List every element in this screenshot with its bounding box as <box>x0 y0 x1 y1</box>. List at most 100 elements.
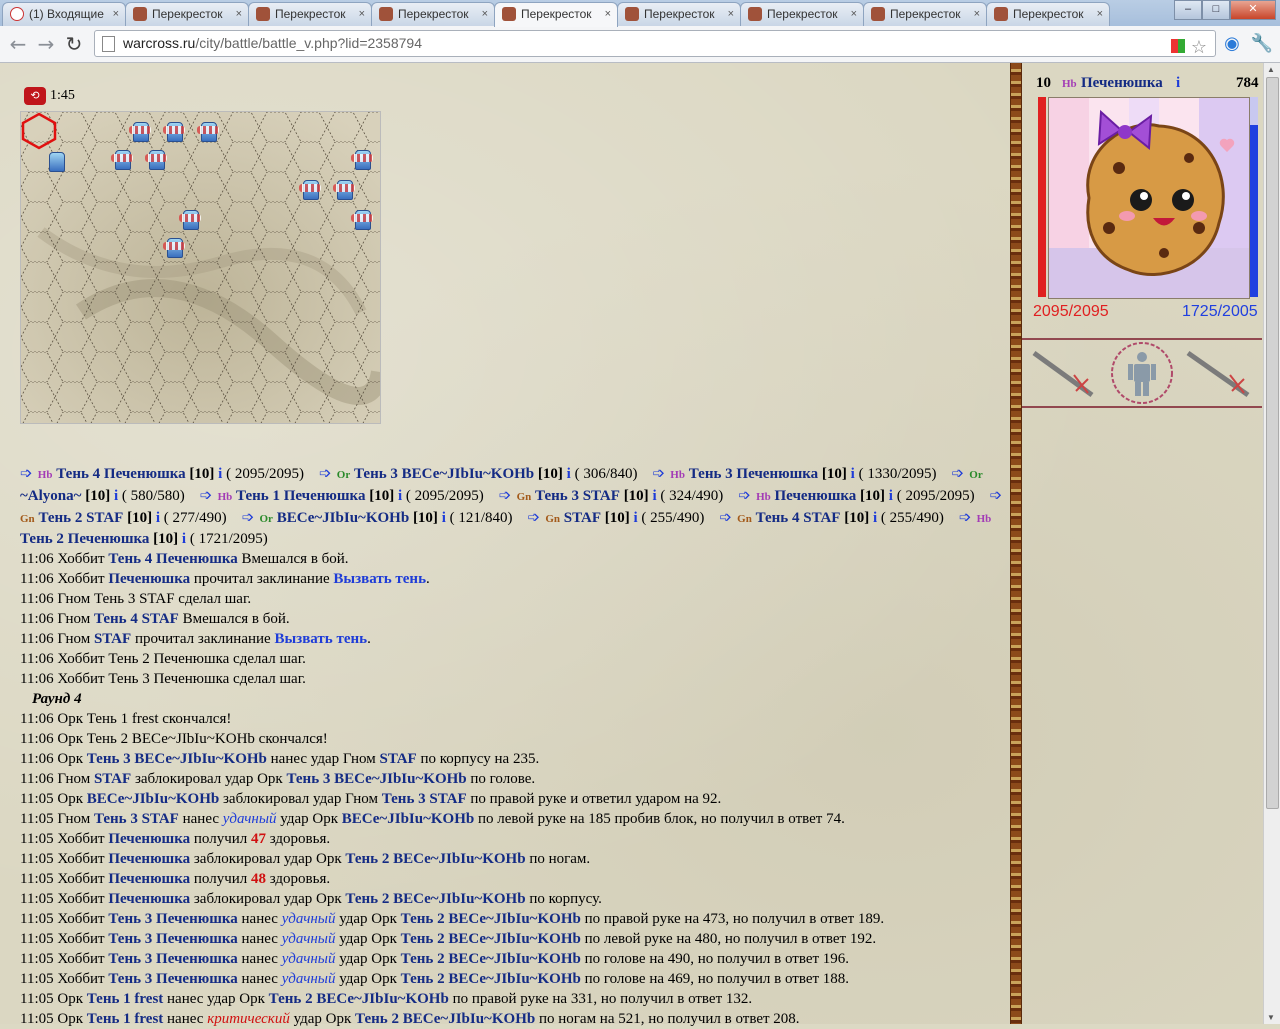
close-tab-icon[interactable]: × <box>482 3 488 25</box>
browser-tab[interactable]: Перекресток × <box>248 2 372 26</box>
arrow-icon[interactable]: ➩ <box>738 486 756 504</box>
extension-globe-icon[interactable]: ◉ <box>1220 32 1244 56</box>
actor-link[interactable]: ВЕСе~JIbIu~KOHb <box>87 791 220 807</box>
arrow-icon[interactable]: ➩ <box>200 486 218 504</box>
combatant-name[interactable]: Тень 4 Печенюшка <box>56 466 185 482</box>
unit-icon[interactable] <box>299 178 321 200</box>
forward-icon[interactable]: → <box>34 32 58 56</box>
unit-icon[interactable] <box>163 236 185 258</box>
actor-link[interactable]: Тень 1 frest <box>87 1011 164 1027</box>
info-link[interactable]: i <box>567 466 571 482</box>
arrow-icon[interactable]: ➩ <box>528 508 546 526</box>
info-link[interactable]: i <box>114 488 118 504</box>
actor-link[interactable]: Тень 2 ВЕСе~JIbIu~KOHb <box>355 1011 535 1027</box>
scroll-up-icon[interactable]: ▲ <box>1267 65 1275 74</box>
actor-link[interactable]: Тень 2 ВЕСе~JIbIu~KOHb <box>401 971 581 987</box>
player-name[interactable]: Печенюшка <box>1081 75 1163 92</box>
actor-link[interactable]: Тень 2 ВЕСе~JIbIu~KOHb <box>401 931 581 947</box>
info-link[interactable]: i <box>652 488 656 504</box>
unit-icon[interactable] <box>145 148 167 170</box>
info-link[interactable]: i <box>182 531 186 547</box>
spell-link[interactable]: Вызвать тень <box>274 631 367 647</box>
actor-link[interactable]: Тень 2 ВЕСе~JIbIu~KOHb <box>269 991 449 1007</box>
unit-icon[interactable] <box>179 208 201 230</box>
arrow-icon[interactable]: ➩ <box>499 486 517 504</box>
actor-link[interactable]: Тень 2 ВЕСе~JIbIu~KOHb <box>345 851 525 867</box>
right-weapon-icon[interactable] <box>1184 349 1254 399</box>
browser-tab[interactable]: Перекресток × <box>371 2 495 26</box>
back-icon[interactable]: ← <box>6 32 30 56</box>
actor-link[interactable]: Печенюшка <box>108 851 190 867</box>
minimize-button[interactable]: – <box>1174 0 1202 20</box>
close-window-button[interactable]: ✕ <box>1230 0 1276 20</box>
left-weapon-icon[interactable] <box>1028 349 1098 399</box>
info-link[interactable]: i <box>442 510 446 526</box>
browser-tab[interactable]: Перекресток × <box>617 2 741 26</box>
actor-link[interactable]: STAF <box>379 751 416 767</box>
close-tab-icon[interactable]: × <box>359 3 365 25</box>
unit-icon[interactable] <box>129 120 151 142</box>
address-bar[interactable]: warcross.ru/city/battle/battle_v.php?lid… <box>94 30 1216 58</box>
refresh-icon[interactable]: ⟲ <box>24 87 46 105</box>
actor-link[interactable]: Тень 3 STAF <box>94 811 179 827</box>
actor-link[interactable]: Тень 3 ВЕСе~JIbIu~KOHb <box>87 751 267 767</box>
paperdoll-figure-icon[interactable] <box>1126 351 1158 397</box>
arrow-icon[interactable]: ➩ <box>959 508 977 526</box>
battle-map[interactable] <box>20 111 381 424</box>
info-link[interactable]: i <box>398 488 402 504</box>
actor-link[interactable]: Тень 2 ВЕСе~JIbIu~KOHb <box>345 891 525 907</box>
arrow-icon[interactable]: ➩ <box>719 508 737 526</box>
info-link[interactable]: i <box>156 510 160 526</box>
info-link[interactable]: i <box>873 510 877 526</box>
actor-link[interactable]: Тень 3 STAF <box>382 791 467 807</box>
unit-icon[interactable] <box>45 150 67 172</box>
actor-link[interactable]: Тень 1 frest <box>87 991 164 1007</box>
arrow-icon[interactable]: ➩ <box>653 464 671 482</box>
browser-tab[interactable]: Перекресток × <box>986 2 1110 26</box>
actor-link[interactable]: STAF <box>94 631 131 647</box>
info-link[interactable]: i <box>889 488 893 504</box>
actor-link[interactable]: Тень 3 Печенюшка <box>108 951 237 967</box>
browser-tab[interactable]: Перекресток × <box>494 2 618 27</box>
combatant-name[interactable]: Печенюшка <box>775 488 857 504</box>
arrow-icon[interactable]: ➩ <box>20 464 38 482</box>
actor-link[interactable]: Печенюшка <box>108 571 190 587</box>
actor-link[interactable]: Тень 3 ВЕСе~JIbIu~KOHb <box>286 771 466 787</box>
spell-link[interactable]: Вызвать тень <box>333 571 426 587</box>
actor-link[interactable]: Тень 2 ВЕСе~JIbIu~KOHb <box>401 951 581 967</box>
unit-icon[interactable] <box>197 120 219 142</box>
close-tab-icon[interactable]: × <box>851 3 857 25</box>
wrench-menu-icon[interactable]: 🔧 <box>1250 32 1274 56</box>
browser-tab[interactable]: Перекресток × <box>125 2 249 26</box>
actor-link[interactable]: ВЕСе~JIbIu~KOHb <box>342 811 475 827</box>
browser-tab[interactable]: (1) Входящие × <box>2 2 126 26</box>
actor-link[interactable]: Тень 3 Печенюшка <box>108 931 237 947</box>
reload-icon[interactable]: ↻ <box>62 32 86 56</box>
combatant-name[interactable]: Тень 3 STAF <box>535 488 620 504</box>
actor-link[interactable]: Тень 3 Печенюшка <box>108 911 237 927</box>
close-tab-icon[interactable]: × <box>236 3 242 25</box>
page-scrollbar[interactable]: ▲ ▼ <box>1263 63 1280 1024</box>
info-link[interactable]: i <box>634 510 638 526</box>
info-link[interactable]: i <box>218 466 222 482</box>
scroll-down-icon[interactable]: ▼ <box>1267 1013 1275 1022</box>
combatant-name[interactable]: Тень 2 Печенюшка <box>20 531 149 547</box>
combatant-name[interactable]: STAF <box>564 510 601 526</box>
info-link[interactable]: i <box>851 466 855 482</box>
actor-link[interactable]: Тень 2 ВЕСе~JIbIu~KOHb <box>401 911 581 927</box>
actor-link[interactable]: Тень 4 Печенюшка <box>108 551 237 567</box>
maximize-button[interactable]: □ <box>1202 0 1230 20</box>
combatant-name[interactable]: ВЕСе~JIbIu~KOHb <box>277 510 410 526</box>
combatant-name[interactable]: Тень 1 Печенюшка <box>236 488 365 504</box>
close-tab-icon[interactable]: × <box>113 3 119 25</box>
unit-icon[interactable] <box>333 178 355 200</box>
arrow-icon[interactable]: ➩ <box>242 508 260 526</box>
combatant-name[interactable]: Тень 4 STAF <box>756 510 841 526</box>
actor-link[interactable]: Тень 4 STAF <box>94 611 179 627</box>
close-tab-icon[interactable]: × <box>974 3 980 25</box>
scrollbar-thumb[interactable] <box>1266 77 1279 809</box>
combatant-name[interactable]: Тень 3 Печенюшка <box>689 466 818 482</box>
extension-icon[interactable] <box>1170 39 1185 53</box>
combatant-name[interactable]: Тень 2 STAF <box>38 510 123 526</box>
unit-icon[interactable] <box>351 208 373 230</box>
